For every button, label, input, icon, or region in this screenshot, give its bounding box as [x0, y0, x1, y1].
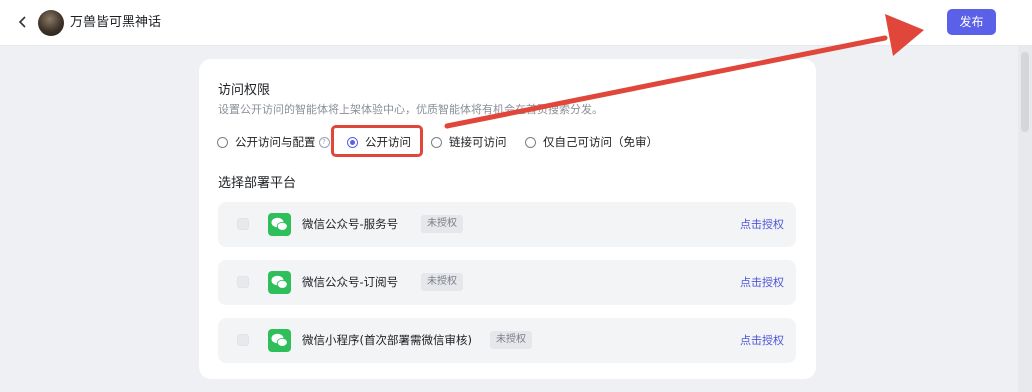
platform-checkbox[interactable]: [237, 218, 249, 230]
radio-link-access[interactable]: 链接可访问: [431, 133, 507, 151]
wechat-icon: [268, 329, 291, 352]
authorize-link[interactable]: 点击授权: [740, 332, 784, 348]
radio-label: 仅自己可访问（免审）: [543, 135, 658, 149]
info-icon[interactable]: ?: [318, 136, 330, 148]
platform-row-service-account: 微信公众号-服务号 未授权 点击授权: [218, 202, 796, 247]
platform-checkbox[interactable]: [237, 334, 249, 346]
authorize-link[interactable]: 点击授权: [740, 216, 784, 232]
platform-row-mini-program: 微信小程序(首次部署需微信审核) 未授权 点击授权: [218, 318, 796, 363]
radio-circle: [217, 136, 228, 148]
platform-checkbox[interactable]: [237, 276, 249, 288]
avatar: [38, 10, 64, 36]
annotation-highlight-box: [331, 125, 423, 157]
radio-label: 链接可访问: [449, 135, 507, 149]
publish-button[interactable]: 发布: [947, 9, 996, 35]
deploy-section-title: 选择部署平台: [218, 176, 297, 191]
authorize-link[interactable]: 点击授权: [740, 274, 784, 290]
access-section-title: 访问权限: [218, 83, 271, 98]
bot-title: 万兽皆可黑神话: [70, 15, 162, 30]
access-description: 设置公开访问的智能体将上架体验中心，优质智能体将有机会在首页搜索分发。: [218, 103, 603, 116]
scrollbar[interactable]: [1018, 46, 1032, 392]
radio-circle: [431, 136, 442, 148]
radio-label: 公开访问与配置: [235, 135, 316, 149]
radio-private[interactable]: 仅自己可访问（免审）: [525, 133, 658, 151]
wechat-icon: [268, 213, 291, 236]
status-badge: 未授权: [490, 331, 532, 349]
status-badge: 未授权: [421, 215, 463, 233]
top-bar: 万兽皆可黑神话 发布: [0, 0, 1032, 46]
scrollbar-thumb[interactable]: [1021, 52, 1029, 132]
status-badge: 未授权: [421, 273, 463, 291]
publish-settings-card: 访问权限 设置公开访问的智能体将上架体验中心，优质智能体将有机会在首页搜索分发。…: [199, 59, 816, 379]
radio-public-with-config[interactable]: 公开访问与配置 ?: [217, 133, 330, 151]
platform-row-subscription-account: 微信公众号-订阅号 未授权 点击授权: [218, 260, 796, 305]
platform-name: 微信公众号-服务号: [302, 217, 399, 231]
platform-name: 微信公众号-订阅号: [302, 275, 399, 289]
platform-name: 微信小程序(首次部署需微信审核): [302, 333, 472, 347]
wechat-icon: [268, 271, 291, 294]
radio-circle: [525, 136, 536, 148]
chevron-left-icon[interactable]: [16, 12, 30, 32]
